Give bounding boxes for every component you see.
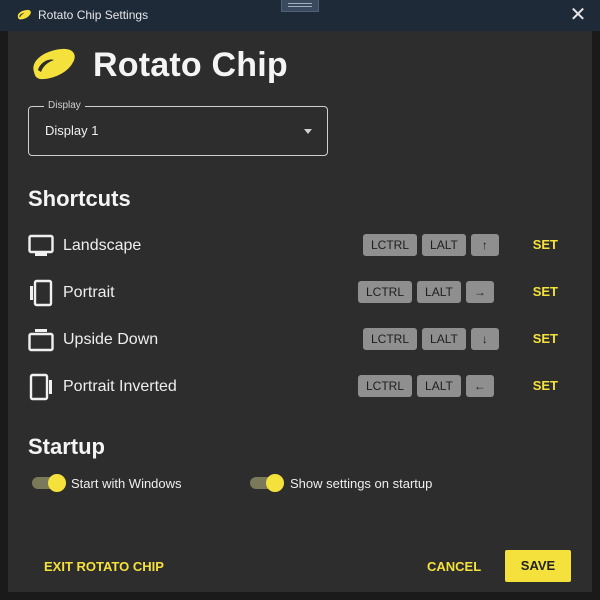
shortcut-row-upside-down: Upside Down LCTRL LALT ↓ SET: [28, 326, 568, 354]
monitor-portrait-icon: [30, 279, 53, 307]
window-border-left: [0, 31, 8, 600]
key-chip: ↑: [470, 234, 499, 256]
shortcut-label: Upside Down: [63, 331, 159, 348]
key-chip: LCTRL: [363, 234, 418, 256]
set-shortcut-button[interactable]: SET: [533, 281, 558, 303]
shortcut-row-landscape: Landscape LCTRL LALT ↑ SET: [28, 232, 568, 260]
start-with-windows-toggle[interactable]: [32, 474, 66, 492]
toggle-knob: [48, 474, 66, 492]
key-chip: LALT: [422, 234, 466, 256]
key-chip: ↓: [470, 328, 499, 350]
close-button[interactable]: ✕: [566, 4, 590, 26]
shortcuts-heading: Shortcuts: [28, 186, 131, 211]
shortcut-row-portrait: Portrait LCTRL LALT → SET: [28, 279, 568, 307]
key-combo: LCTRL LALT ←: [358, 375, 494, 397]
startup-heading: Startup: [28, 434, 105, 459]
window-title: Rotato Chip Settings: [38, 8, 149, 22]
set-shortcut-button[interactable]: SET: [533, 234, 558, 256]
key-chip: LALT: [417, 375, 461, 397]
key-combo: LCTRL LALT ↑: [363, 234, 499, 256]
rotato-chip-logo-icon: [17, 9, 31, 20]
display-select-label: Display: [44, 100, 85, 111]
drag-handle[interactable]: [281, 0, 319, 12]
shortcut-row-portrait-inverted: Portrait Inverted LCTRL LALT ← SET: [28, 373, 568, 401]
set-shortcut-button[interactable]: SET: [533, 375, 558, 397]
display-select-value: Display 1: [45, 123, 99, 138]
key-chip: LALT: [417, 281, 461, 303]
dropdown-arrow-icon: [304, 129, 312, 134]
key-chip: LCTRL: [358, 375, 413, 397]
settings-window: Rotato Chip Settings ✕ Rotato Chip Displ…: [0, 0, 600, 600]
key-chip: →: [465, 281, 494, 303]
start-with-windows-label: Start with Windows: [71, 476, 182, 491]
monitor-landscape-icon: [28, 234, 54, 256]
save-button[interactable]: SAVE: [505, 550, 571, 582]
key-combo: LCTRL LALT →: [358, 281, 494, 303]
exit-button[interactable]: EXIT ROTATO CHIP: [44, 559, 164, 574]
key-chip: LALT: [422, 328, 466, 350]
set-shortcut-button[interactable]: SET: [533, 328, 558, 350]
monitor-upside-down-icon: [28, 329, 54, 352]
show-settings-toggle[interactable]: [250, 474, 284, 492]
rotato-chip-logo-icon: [33, 48, 75, 80]
window-border-bottom: [0, 592, 600, 600]
key-combo: LCTRL LALT ↓: [363, 328, 499, 350]
key-chip: LCTRL: [363, 328, 418, 350]
title-bar[interactable]: Rotato Chip Settings ✕: [0, 0, 600, 31]
shortcut-label: Portrait Inverted: [63, 378, 177, 395]
window-border-right: [592, 31, 600, 600]
shortcut-label: Portrait: [63, 284, 115, 301]
key-chip: ←: [465, 375, 494, 397]
toggle-knob: [266, 474, 284, 492]
show-settings-label: Show settings on startup: [290, 476, 433, 491]
shortcut-label: Landscape: [63, 237, 142, 254]
key-chip: LCTRL: [358, 281, 413, 303]
monitor-portrait-inverted-icon: [29, 373, 52, 401]
display-select[interactable]: Display Display 1: [28, 100, 328, 156]
app-title: Rotato Chip: [93, 46, 288, 84]
cancel-button[interactable]: CANCEL: [427, 559, 481, 574]
